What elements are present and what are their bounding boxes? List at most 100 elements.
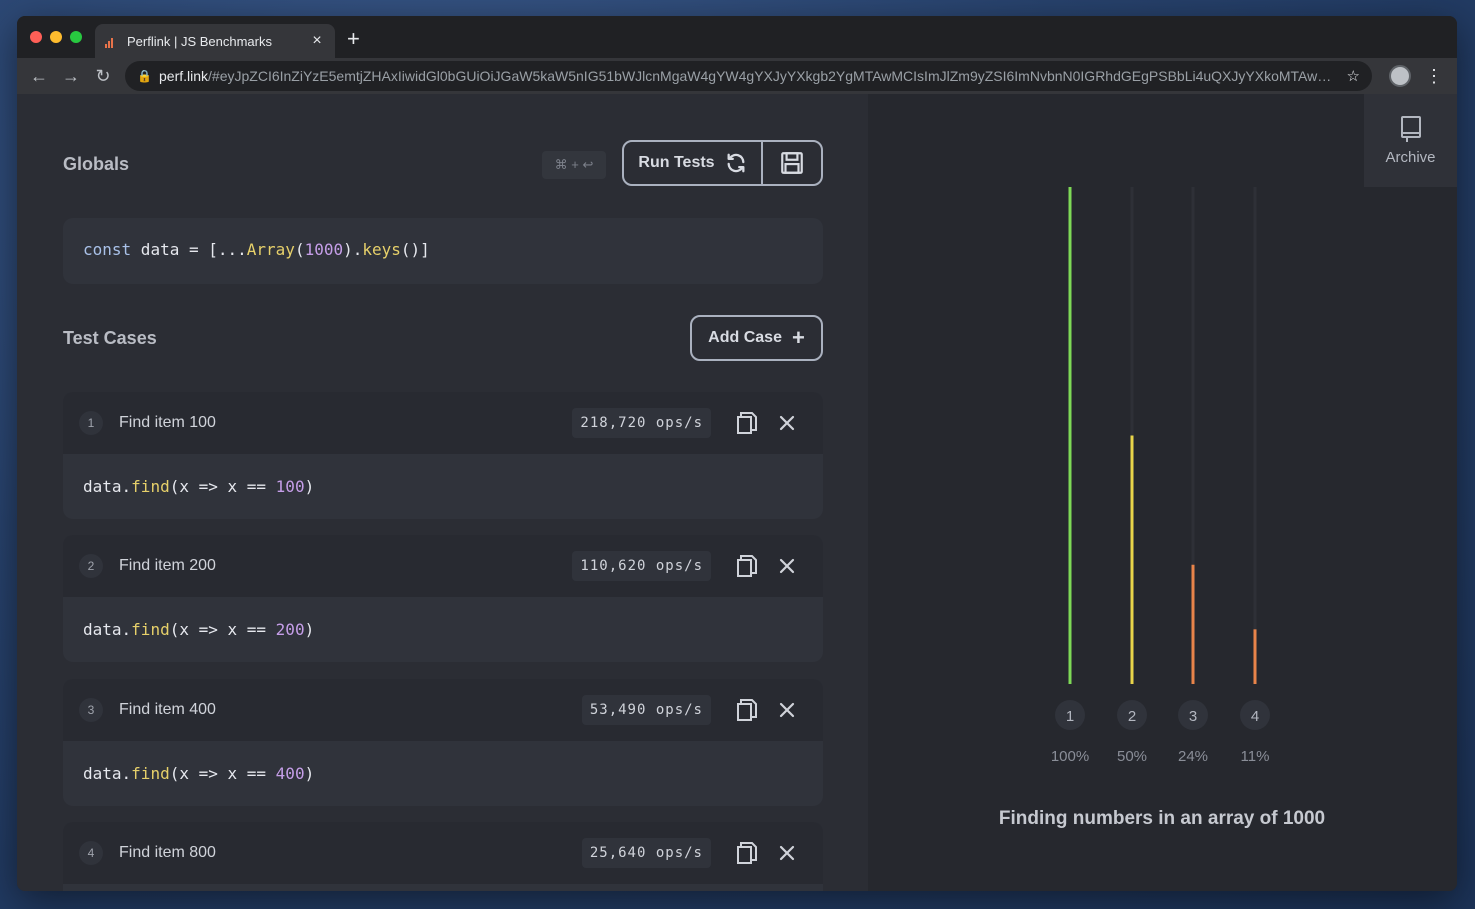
duplicate-case-button[interactable] <box>727 838 767 868</box>
save-icon <box>781 152 803 174</box>
bookmark-star-icon[interactable]: ☆ <box>1347 67 1360 85</box>
percent-label: 24% <box>1178 748 1208 765</box>
code-text: ) <box>304 764 315 783</box>
copy-icon <box>737 842 757 864</box>
test-case-name-input[interactable]: Find item 200 <box>119 557 572 575</box>
refresh-icon <box>727 153 745 173</box>
window-controls <box>30 31 82 43</box>
chart-title: Finding numbers in an array of 1000 <box>998 808 1326 829</box>
percent-label: 11% <box>1241 748 1270 765</box>
delete-case-button[interactable] <box>767 408 807 438</box>
test-case-code-editor[interactable]: data.find(x => x == 800) <box>63 884 823 891</box>
close-window-button[interactable] <box>30 31 42 43</box>
ops-per-second-badge: 218,720 ops/s <box>572 408 711 438</box>
plus-icon: + <box>791 325 805 350</box>
copy-icon <box>737 412 757 434</box>
results-panel: Archive 1 100% 2 50% 3 24% 4 11% Finding number… <box>868 94 1457 891</box>
maximize-window-button[interactable] <box>70 31 82 43</box>
save-button[interactable] <box>763 142 821 184</box>
tab-title: Perflink | JS Benchmarks <box>127 33 272 49</box>
reload-icon[interactable]: ↻ <box>87 66 119 87</box>
close-icon <box>779 845 795 861</box>
category-label: 3 <box>1189 708 1197 725</box>
code-text: ). <box>343 240 363 259</box>
browser-toolbar: ← → ↻ 🔒 perf.link /#eyJpZCI6InZiYzE5emtj… <box>17 58 1457 94</box>
globals-code-editor[interactable]: const data = [...Array(1000).keys()] <box>63 218 823 284</box>
code-text: (x => x == <box>169 764 276 783</box>
test-case-name-input[interactable]: Find item 100 <box>119 414 572 432</box>
test-case-code-editor[interactable]: data.find(x => x == 200) <box>63 597 823 662</box>
copy-icon <box>737 555 757 577</box>
test-case-code-editor[interactable]: data.find(x => x == 400) <box>63 741 823 806</box>
minimize-window-button[interactable] <box>50 31 62 43</box>
code-number: 400 <box>275 764 305 783</box>
results-chart: 1 100% 2 50% 3 24% 4 11% <box>1051 187 1270 765</box>
code-number: 100 <box>275 477 305 496</box>
close-icon <box>779 558 795 574</box>
code-function: find <box>131 764 170 783</box>
menu-kebab-icon[interactable]: ⋮ <box>1425 67 1443 85</box>
url-host: perf.link <box>159 68 209 84</box>
run-tests-label: Run Tests <box>638 154 715 171</box>
code-function: find <box>131 477 170 496</box>
code-text: ( <box>294 240 305 259</box>
code-text: (x => x == <box>169 477 276 496</box>
browser-window: Perflink | JS Benchmarks × + ← → ↻ 🔒 per… <box>17 16 1457 891</box>
test-case-number: 2 <box>79 554 103 578</box>
close-icon <box>779 415 795 431</box>
code-text: ) <box>304 620 315 639</box>
test-case-card: 3 Find item 400 53,490 ops/s data.find(x… <box>63 679 823 806</box>
url-path: /#eyJpZCI6InZiYzE5emtjZHAxIiwidGl0bGUiOi… <box>208 68 1337 84</box>
category-label: 4 <box>1251 708 1259 725</box>
test-case-code-editor[interactable]: data.find(x => x == 100) <box>63 454 823 519</box>
category-label: 2 <box>1128 708 1136 725</box>
duplicate-case-button[interactable] <box>727 695 767 725</box>
code-text: data. <box>83 477 132 496</box>
address-bar[interactable]: 🔒 perf.link /#eyJpZCI6InZiYzE5emtjZHAxIi… <box>125 61 1372 91</box>
test-case-name-input[interactable]: Find item 800 <box>119 844 582 862</box>
duplicate-case-button[interactable] <box>727 551 767 581</box>
percent-label: 100% <box>1051 748 1089 765</box>
new-tab-button[interactable]: + <box>347 27 360 51</box>
code-keyword: const <box>83 240 132 259</box>
add-case-button[interactable]: Add Case + <box>690 315 823 361</box>
ops-per-second-badge: 25,640 ops/s <box>581 838 711 868</box>
forward-arrow-icon[interactable]: → <box>55 66 87 87</box>
test-case-number: 3 <box>79 698 103 722</box>
code-text: data. <box>83 620 132 639</box>
delete-case-button[interactable] <box>767 695 807 725</box>
browser-tab[interactable]: Perflink | JS Benchmarks × <box>95 24 335 58</box>
delete-case-button[interactable] <box>767 551 807 581</box>
delete-case-button[interactable] <box>767 838 807 868</box>
code-function: keys <box>362 240 401 259</box>
duplicate-case-button[interactable] <box>727 408 767 438</box>
add-case-label: Add Case <box>708 329 782 346</box>
code-function: find <box>131 620 170 639</box>
back-arrow-icon[interactable]: ← <box>23 66 55 87</box>
code-function: Array <box>246 240 295 259</box>
run-tests-button[interactable]: Run Tests <box>624 142 763 184</box>
percent-label: 50% <box>1117 748 1147 765</box>
close-icon <box>779 702 795 718</box>
test-case-card: 2 Find item 200 110,620 ops/s data.find(… <box>63 535 823 662</box>
run-shortcut-hint: ⌘ + ↩ <box>542 151 606 179</box>
favicon-icon <box>105 34 119 48</box>
test-case-number: 1 <box>79 411 103 435</box>
ops-per-second-badge: 110,620 ops/s <box>572 551 711 581</box>
code-text: ) <box>304 477 315 496</box>
run-save-group: Run Tests <box>622 140 823 186</box>
lock-icon: 🔒 <box>137 69 152 83</box>
code-number: 200 <box>275 620 305 639</box>
test-cases-title: Test Cases <box>63 328 157 348</box>
test-case-header: 4 Find item 800 25,640 ops/s <box>63 822 823 884</box>
test-case-number: 4 <box>79 841 103 865</box>
profile-avatar[interactable] <box>1389 65 1411 87</box>
page-content: Globals ⌘ + ↩ Run Tests const data = [..… <box>17 94 1457 891</box>
copy-icon <box>737 699 757 721</box>
code-text: data = [... <box>131 240 247 259</box>
tab-close-icon[interactable]: × <box>309 32 325 50</box>
test-case-header: 1 Find item 100 218,720 ops/s <box>63 392 823 454</box>
code-number: 1000 <box>304 240 344 259</box>
test-case-name-input[interactable]: Find item 400 <box>119 701 582 719</box>
tab-bar: Perflink | JS Benchmarks × + <box>17 16 1457 58</box>
